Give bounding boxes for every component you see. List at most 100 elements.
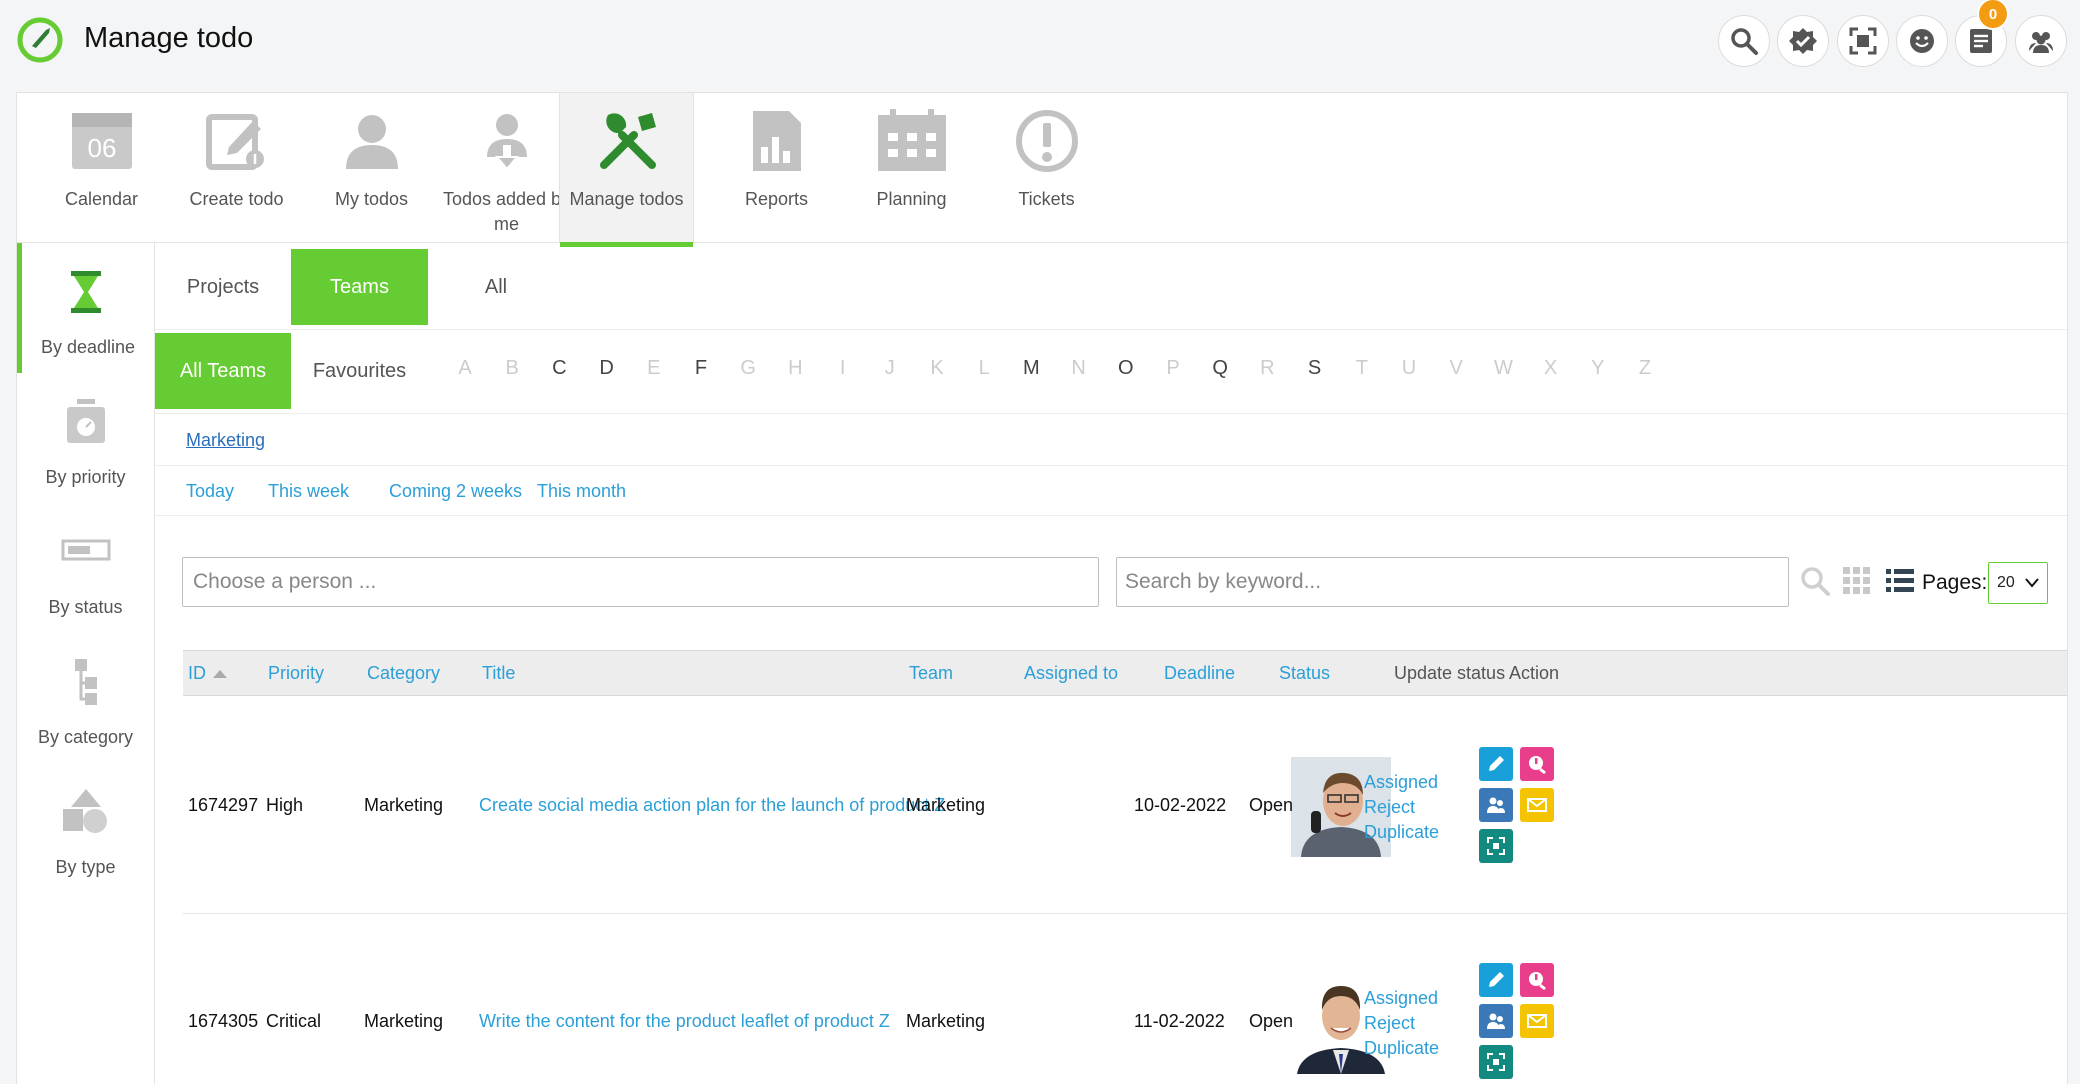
tab-teams[interactable]: Teams [291, 249, 428, 325]
reassign-button[interactable] [1479, 788, 1513, 822]
notes-icon [1970, 29, 1992, 53]
update-assigned-link[interactable]: Assigned [1364, 770, 1439, 795]
col-title[interactable]: Title [482, 663, 515, 684]
users-icon [2029, 32, 2053, 53]
sidebar-item-by-deadline[interactable]: By deadline [17, 243, 154, 373]
update-status-links: Assigned Reject Duplicate [1364, 770, 1439, 845]
cell-status: Open [1249, 1011, 1294, 1031]
search-icon[interactable] [1799, 565, 1831, 597]
update-assigned-link[interactable]: Assigned [1364, 986, 1439, 1011]
letter-filter-m[interactable]: M [1011, 357, 1051, 380]
cell-status: Open [1249, 795, 1294, 815]
sidebar-item-by-status[interactable]: By status [17, 503, 154, 633]
update-reject-link[interactable]: Reject [1364, 795, 1439, 820]
letter-filter-u: U [1401, 357, 1417, 379]
col-id[interactable]: ID [188, 663, 229, 684]
feedback-button[interactable] [1896, 15, 1948, 67]
letter-filter-f[interactable]: F [681, 357, 721, 380]
cell-title-link[interactable]: Write the content for the product leafle… [479, 1011, 890, 1032]
cell-title-link[interactable]: Create social media action plan for the … [479, 795, 945, 816]
letter-filter-b: B [505, 357, 519, 379]
module-planning[interactable]: Planning [844, 93, 979, 243]
module-create-todo[interactable]: Create todo [169, 93, 304, 243]
period-today[interactable]: Today [186, 481, 234, 502]
report-icon [753, 111, 801, 171]
module-manage-todos[interactable]: Manage todos [559, 93, 694, 247]
sidebar: By deadline By priority By status By cat… [17, 243, 155, 1084]
pencil-icon [1489, 972, 1504, 987]
pages-select[interactable]: 20 [1988, 562, 2048, 604]
letter-filter-d[interactable]: D [587, 357, 627, 380]
sidebar-item-by-category[interactable]: By category [17, 633, 154, 763]
grid-view-icon[interactable] [1841, 565, 1873, 597]
col-category[interactable]: Category [367, 663, 440, 684]
module-tickets[interactable]: Tickets [979, 93, 1114, 243]
remind-button[interactable] [1520, 963, 1554, 997]
tab-all[interactable]: All [428, 249, 564, 325]
email-button[interactable] [1520, 788, 1554, 822]
letter-filter-q[interactable]: Q [1200, 357, 1240, 380]
cell-category: Marketing [364, 795, 444, 815]
tab-projects[interactable]: Projects [155, 249, 291, 325]
letter-filter-h: H [788, 357, 803, 379]
letter-filter-w: W [1493, 357, 1513, 379]
remind-button[interactable] [1520, 747, 1554, 781]
pages-value: 20 [1997, 574, 2015, 591]
letter-filter-s[interactable]: S [1295, 357, 1335, 380]
reassign-button[interactable] [1479, 1004, 1513, 1038]
edit-button[interactable] [1479, 747, 1513, 781]
period-this-week[interactable]: This week [268, 481, 349, 502]
letter-filter-t: T [1355, 357, 1368, 379]
col-update-status: Update status [1394, 663, 1506, 683]
module-reports[interactable]: Reports [709, 93, 844, 243]
module-my-todos[interactable]: My todos [304, 93, 439, 243]
search-button[interactable] [1718, 15, 1770, 67]
module-todos-added-by-me[interactable]: Todos added by me [439, 93, 574, 243]
page-title: Manage todo [84, 22, 254, 54]
sidebar-item-by-type[interactable]: By type [17, 763, 154, 893]
logo-icon[interactable] [16, 16, 64, 64]
sidebar-item-by-priority[interactable]: By priority [17, 373, 154, 503]
col-status[interactable]: Status [1279, 663, 1330, 684]
update-duplicate-link[interactable]: Duplicate [1364, 820, 1439, 845]
col-team[interactable]: Team [909, 663, 953, 684]
users-button[interactable] [2015, 15, 2067, 67]
sort-asc-icon [213, 670, 228, 679]
col-deadline[interactable]: Deadline [1164, 663, 1235, 684]
col-priority[interactable]: Priority [268, 663, 324, 684]
content-area: Projects Teams All All Teams Favourites … [155, 243, 2067, 1084]
update-status-links: Assigned Reject Duplicate [1364, 986, 1439, 1061]
focus-button[interactable] [1479, 1045, 1513, 1079]
shapes-icon [63, 789, 107, 833]
checkmark-badge-icon [1789, 28, 1817, 54]
letter-filter-p: P [1166, 357, 1180, 379]
letter-filter-o[interactable]: O [1106, 357, 1146, 380]
update-duplicate-link[interactable]: Duplicate [1364, 1036, 1439, 1061]
letter-filter-c[interactable]: C [539, 357, 579, 380]
table-row: 1674297 High Marketing Create social med… [183, 698, 2067, 914]
edit-button[interactable] [1479, 963, 1513, 997]
list-view-icon[interactable] [1884, 565, 1916, 597]
person-input[interactable] [182, 557, 1099, 607]
focus-button[interactable] [1479, 829, 1513, 863]
filter-favourites[interactable]: Favourites [291, 333, 428, 409]
module-calendar[interactable]: 06 Calendar [34, 93, 169, 243]
keyword-input[interactable] [1116, 557, 1789, 607]
col-assigned-to[interactable]: Assigned to [1024, 663, 1118, 684]
cell-priority: High [266, 795, 304, 815]
filter-all-teams[interactable]: All Teams [155, 333, 291, 409]
update-reject-link[interactable]: Reject [1364, 1011, 1439, 1036]
cell-deadline: 11-02-2022 [1134, 1011, 1225, 1031]
team-link-marketing[interactable]: Marketing [186, 430, 265, 451]
reminder-icon [1529, 972, 1546, 991]
period-coming-2-weeks[interactable]: Coming 2 weeks [389, 481, 522, 502]
letter-filter-n: N [1071, 357, 1086, 379]
focus-button[interactable] [1837, 15, 1889, 67]
reminder-icon [1529, 756, 1546, 775]
period-this-month[interactable]: This month [537, 481, 626, 502]
cell-id: 1674297 [188, 795, 259, 815]
approvals-button[interactable] [1777, 15, 1829, 67]
table-header: ID Priority Category Title Team Assigned… [183, 650, 2067, 696]
mail-icon [1527, 798, 1547, 812]
email-button[interactable] [1520, 1004, 1554, 1038]
